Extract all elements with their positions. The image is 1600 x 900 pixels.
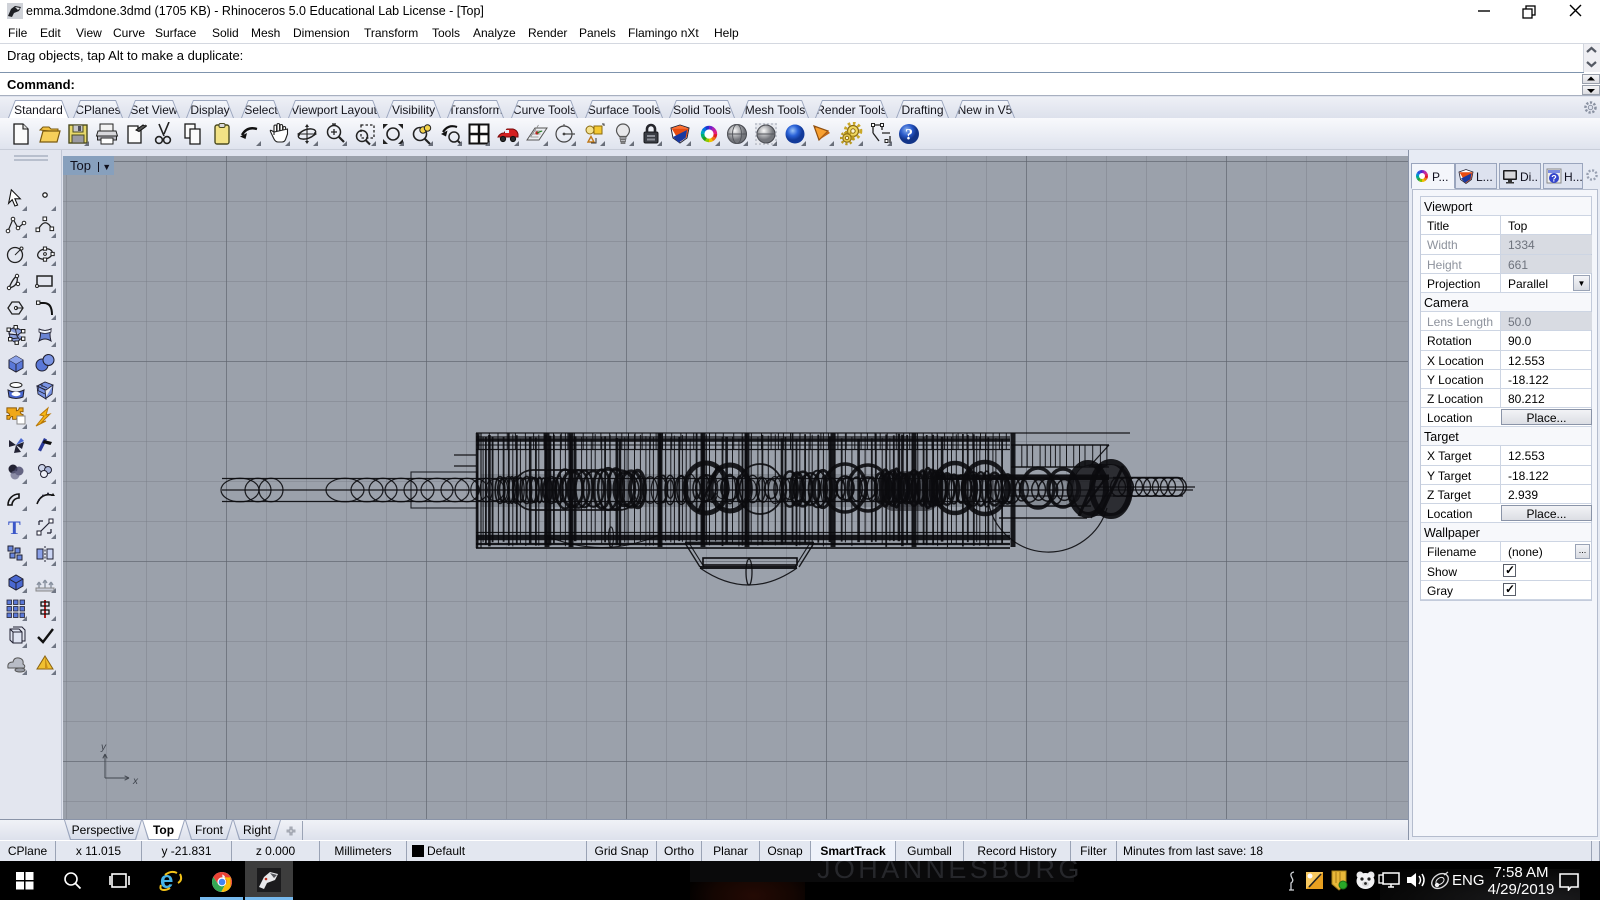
svg-text:y: y <box>100 742 107 753</box>
svg-text:?: ? <box>1551 174 1557 184</box>
svg-text:?: ? <box>905 127 913 144</box>
svg-text:T: T <box>8 518 21 538</box>
svg-text:x: x <box>132 776 139 787</box>
